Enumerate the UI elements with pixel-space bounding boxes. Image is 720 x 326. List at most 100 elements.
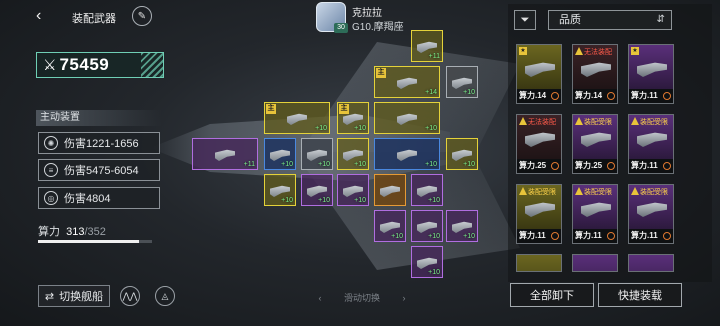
module-slot[interactable]: +10	[411, 246, 443, 278]
compute-max: /352	[84, 226, 106, 238]
module-level: +10	[318, 161, 330, 168]
module-slot[interactable]: 主 +14	[374, 66, 440, 98]
active-skill-2[interactable]: ≡ 伤害5475-6054	[38, 159, 160, 181]
module-slot[interactable]: +10	[374, 102, 440, 134]
unequip-all-button[interactable]: 全部卸下	[510, 283, 594, 307]
module-slot[interactable]: +10	[301, 138, 333, 170]
quality-label: 品质	[559, 14, 581, 26]
active-skill-3[interactable]: ◎ 伤害4804	[38, 187, 160, 209]
card-status-text: 装配受限	[528, 189, 556, 196]
weapon-module-icon	[452, 149, 472, 161]
weapon-module-icon	[380, 221, 400, 233]
module-level: +10	[428, 197, 440, 204]
module-slot[interactable]: +11	[411, 30, 443, 62]
compute-readout: 算力 313/352	[38, 223, 106, 239]
inventory-card[interactable]: ★ 算力.14	[516, 44, 562, 104]
module-level: +10	[428, 233, 440, 240]
weapon-module-icon	[270, 149, 290, 161]
module-slot[interactable]: +10	[446, 210, 478, 242]
module-level: +10	[425, 161, 437, 168]
inventory-card[interactable]: 装配受限 算力.11	[628, 184, 674, 244]
module-slot[interactable]: +10	[337, 174, 369, 206]
element-icon	[663, 92, 671, 100]
inventory-card[interactable]: 装配受限 算力.11	[572, 184, 618, 244]
inventory-card[interactable]: 装配受限 算力.11	[516, 184, 562, 244]
weapon-module-icon	[417, 257, 437, 269]
quality-dropdown[interactable]: 品质 ⇵	[548, 10, 672, 30]
hatch-decoration	[141, 53, 163, 77]
weapon-module-icon	[417, 185, 437, 197]
quick-equip-button[interactable]: 快捷装载	[598, 283, 682, 307]
back-arrow-icon[interactable]: ‹	[36, 8, 52, 24]
module-level: +10	[354, 197, 366, 204]
weapon-module-icon	[307, 149, 327, 161]
pen-icon[interactable]: ✎	[132, 6, 152, 26]
inventory-card[interactable]	[628, 254, 674, 272]
module-level: +14	[425, 89, 437, 96]
target-icon: ◎	[44, 191, 58, 205]
warning-icon	[631, 187, 639, 195]
weapon-module-icon	[581, 62, 611, 77]
module-slot[interactable]: +10	[446, 66, 478, 98]
module-slot[interactable]: +10	[337, 138, 369, 170]
inventory-card[interactable]	[572, 254, 618, 272]
module-slot[interactable]: +11	[192, 138, 258, 170]
weapon-module-icon	[525, 132, 555, 147]
weapon-module-icon	[397, 113, 417, 125]
weapon-module-icon	[270, 185, 290, 197]
weapon-module-icon	[637, 269, 667, 272]
weapon-module-icon	[397, 77, 417, 89]
module-slot[interactable]	[374, 174, 406, 206]
weapon-module-icon	[581, 269, 611, 272]
inventory-card[interactable]: 装配受限 算力.25	[572, 114, 618, 174]
combat-power-panel: ⚔ 75459	[36, 52, 164, 78]
active-skill-1[interactable]: ✺ 伤害1221-1656	[38, 132, 160, 154]
card-art	[517, 255, 561, 271]
active-skill-text: 伤害5475-6054	[64, 165, 139, 177]
weapon-module-icon	[343, 185, 363, 197]
module-slot[interactable]: 主 +10	[337, 102, 369, 134]
module-slot[interactable]: +10	[301, 174, 333, 206]
card-status: 装配受限	[631, 117, 668, 127]
module-slot[interactable]: +10	[446, 138, 478, 170]
module-slot[interactable]: +10	[411, 210, 443, 242]
module-slot[interactable]: +10	[411, 174, 443, 206]
inventory-card[interactable]: 装配受限 算力.11	[628, 114, 674, 174]
inventory-card[interactable]: ★ 算力.11	[628, 44, 674, 104]
module-level: +10	[463, 89, 475, 96]
inventory-card[interactable]: 无法装配 算力.25	[516, 114, 562, 174]
weapon-module-icon	[452, 221, 472, 233]
weapon-module-icon	[637, 202, 667, 217]
card-art	[573, 255, 617, 272]
chevron-left-icon: ‹	[318, 293, 322, 303]
formation-icon[interactable]: ◬	[155, 286, 175, 306]
crossed-swords-icon: ⚔	[43, 57, 57, 74]
module-slot[interactable]: +10	[264, 138, 296, 170]
inventory-card[interactable]	[516, 254, 562, 272]
compute-current: 313	[66, 226, 85, 238]
filter-icon[interactable]: ⏷	[514, 10, 536, 30]
card-status: 装配受限	[519, 187, 556, 197]
switch-ship-button[interactable]: ⇄ 切换舰船	[38, 285, 110, 307]
module-slot[interactable]: 主 +10	[264, 102, 330, 134]
module-level: +11	[243, 161, 255, 168]
module-slot[interactable]: +10	[264, 174, 296, 206]
sort-icon: ⇵	[656, 14, 665, 25]
swipe-hint: ‹ 滑动切换 ›	[292, 291, 432, 304]
element-icon	[607, 162, 615, 170]
fleet-icon[interactable]: ⋀⋀	[120, 286, 140, 306]
weapon-module-icon	[525, 62, 555, 77]
module-slot[interactable]: +10	[374, 138, 440, 170]
swipe-hint-text: 滑动切换	[343, 293, 380, 303]
element-icon	[551, 232, 559, 240]
warning-icon	[519, 117, 527, 125]
card-status-text: 无法装配	[528, 119, 556, 126]
inventory-card[interactable]: 无法装配 算力.14	[572, 44, 618, 104]
weapon-module-icon	[307, 185, 327, 197]
weapon-module-icon	[417, 221, 437, 233]
element-icon	[607, 232, 615, 240]
module-slot[interactable]: +10	[374, 210, 406, 242]
ship-wing-bottom	[300, 160, 520, 270]
element-icon	[551, 92, 559, 100]
streak-icon: ≡	[44, 163, 58, 177]
